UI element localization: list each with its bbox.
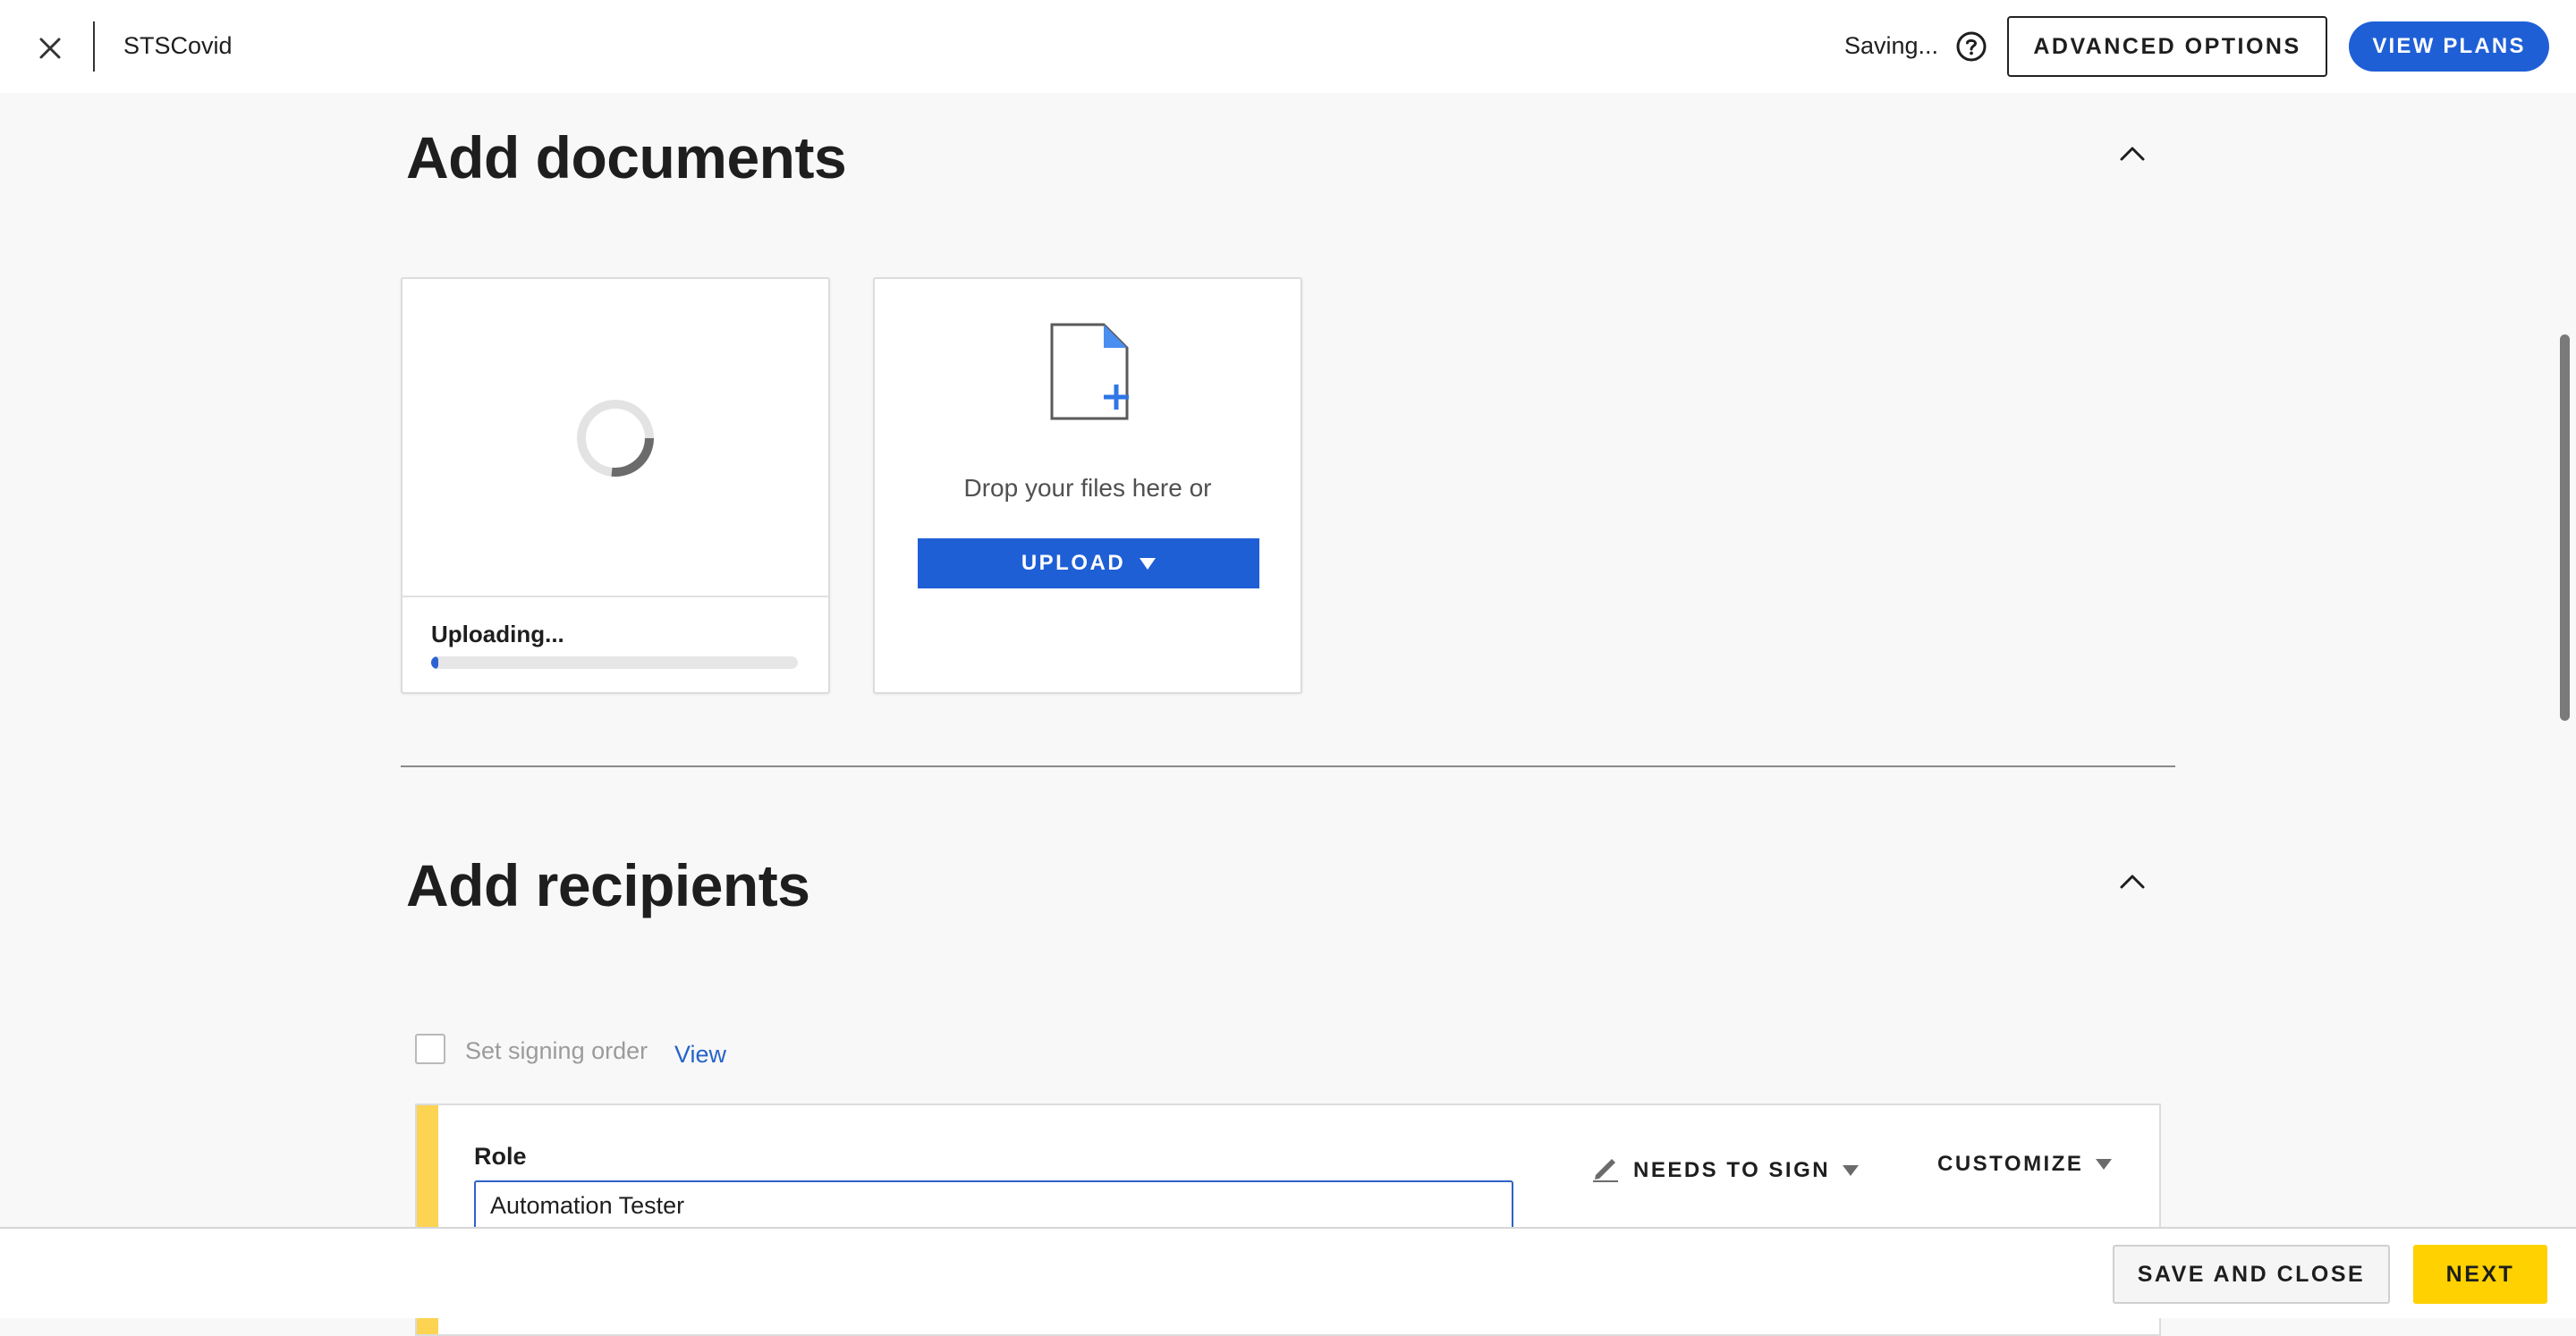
uploading-document-card: Uploading... <box>401 277 830 694</box>
file-drop-zone[interactable]: Drop your files here or UPLOAD <box>873 277 1302 694</box>
needs-to-sign-dropdown[interactable]: NEEDS TO SIGN <box>1590 1152 1860 1188</box>
save-and-close-button[interactable]: SAVE AND CLOSE <box>2113 1245 2390 1304</box>
bottom-action-bar: SAVE AND CLOSE NEXT <box>0 1227 2576 1318</box>
saving-status: Saving... <box>1844 32 1939 59</box>
scrollbar-thumb[interactable] <box>2560 334 2570 721</box>
agreement-title: STSCovid <box>123 32 233 59</box>
add-file-icon <box>1048 322 1132 427</box>
add-documents-heading: Add documents <box>406 124 847 190</box>
section-divider <box>401 765 2175 767</box>
role-label: Role <box>474 1143 527 1170</box>
upload-button[interactable]: UPLOAD <box>918 538 1259 588</box>
view-plans-button[interactable]: VIEW PLANS <box>2349 21 2549 72</box>
loading-spinner-icon <box>572 395 658 481</box>
signing-order-checkbox[interactable] <box>415 1034 445 1064</box>
upload-progress-bar <box>431 656 798 669</box>
advanced-options-button[interactable]: ADVANCED OPTIONS <box>2007 16 2327 77</box>
header-divider <box>93 21 95 72</box>
customize-dropdown[interactable]: CUSTOMIZE <box>1937 1152 2113 1177</box>
drop-files-text: Drop your files here or <box>963 474 1212 502</box>
upload-progress-fill <box>431 656 439 669</box>
customize-label: CUSTOMIZE <box>1937 1152 2084 1176</box>
collapse-documents-chevron-up-icon[interactable] <box>2114 136 2150 172</box>
caret-down-icon <box>1140 557 1157 570</box>
help-icon[interactable] <box>1955 30 1987 63</box>
close-icon[interactable] <box>32 30 68 66</box>
needs-to-sign-label: NEEDS TO SIGN <box>1633 1157 1831 1182</box>
caret-down-icon <box>1843 1164 1860 1176</box>
next-button[interactable]: NEXT <box>2413 1245 2547 1304</box>
pen-icon <box>1590 1152 1621 1188</box>
upload-button-label: UPLOAD <box>1021 551 1126 575</box>
top-bar: STSCovid Saving... ADVANCED OPTIONS VIEW… <box>0 0 2576 93</box>
signing-order-label: Set signing order <box>465 1037 648 1064</box>
caret-down-icon <box>2096 1159 2113 1170</box>
add-recipients-heading: Add recipients <box>406 852 810 918</box>
role-input[interactable] <box>474 1180 1513 1230</box>
view-signing-order-link[interactable]: View <box>674 1041 726 1069</box>
uploading-label: Uploading... <box>431 621 564 647</box>
collapse-recipients-chevron-up-icon[interactable] <box>2114 864 2150 900</box>
upload-status-area: Uploading... <box>402 596 828 692</box>
